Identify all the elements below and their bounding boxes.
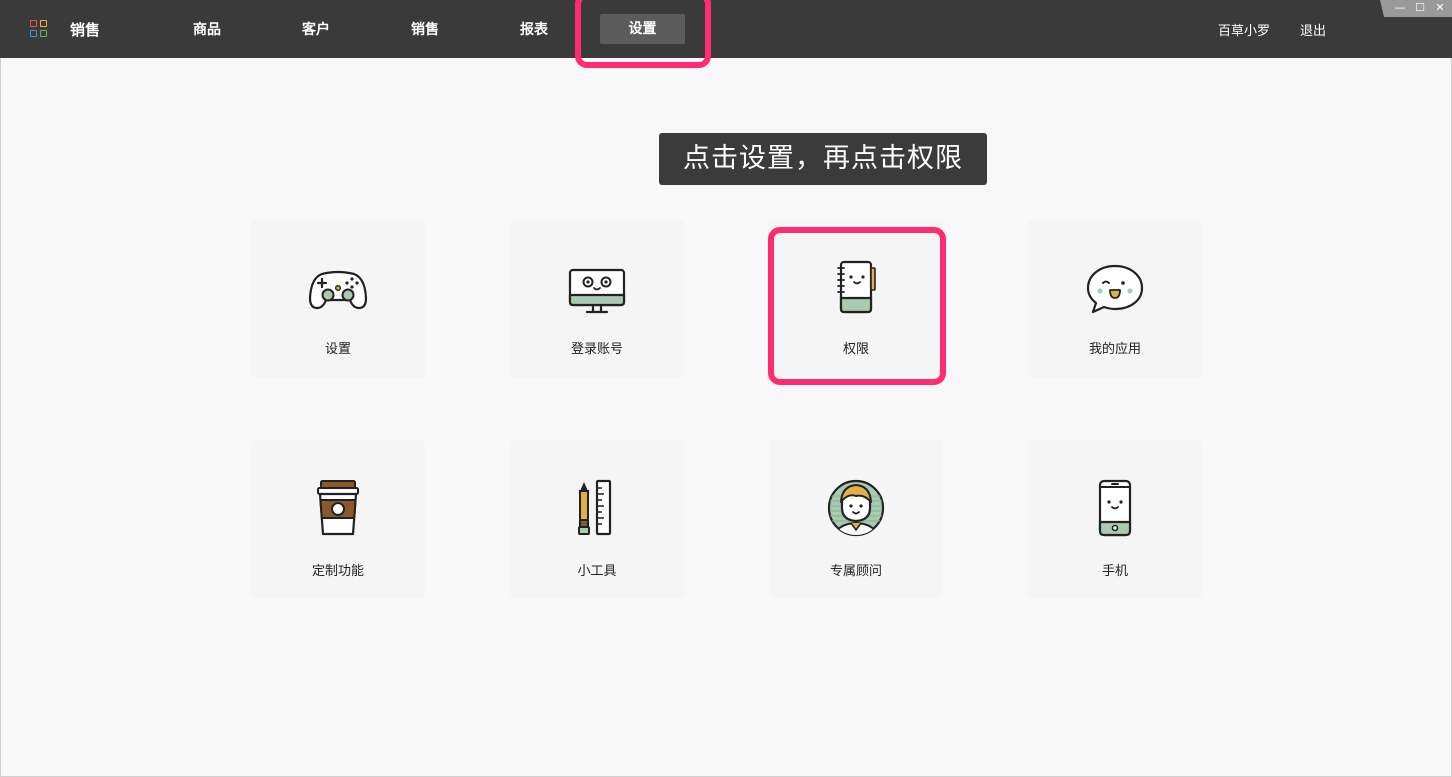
advisor-avatar-icon <box>827 479 885 537</box>
coffee-cup-icon <box>317 480 359 536</box>
nav-tab-sales[interactable]: 销售 <box>411 19 439 39</box>
card-settings[interactable]: 设置 <box>251 220 425 378</box>
card-label: 设置 <box>324 342 351 357</box>
chat-bubble-icon <box>1086 264 1144 314</box>
nav-tab-customers[interactable]: 客户 <box>302 19 330 39</box>
gamepad-icon <box>308 270 368 310</box>
card-dedicated-advisor[interactable]: 专属顾问 <box>769 440 943 598</box>
pencil-ruler-icon <box>578 479 612 536</box>
card-small-tools[interactable]: 小工具 <box>510 440 684 598</box>
card-login-account[interactable]: 登录账号 <box>510 220 684 378</box>
card-custom-features[interactable]: 定制功能 <box>251 440 425 598</box>
card-label: 权限 <box>842 342 869 357</box>
nav-tab-settings[interactable]: 设置 <box>600 14 685 44</box>
window-border-left <box>0 58 1 777</box>
card-label: 登录账号 <box>570 342 623 357</box>
logout-link[interactable]: 退出 <box>1300 20 1326 39</box>
maximize-button[interactable]: ☐ <box>1410 0 1430 17</box>
user-name[interactable]: 百草小罗 <box>1218 20 1270 39</box>
app-grid-icon[interactable] <box>30 20 48 38</box>
notebook-icon <box>837 260 876 314</box>
window-controls: — ☐ ✕ <box>1380 0 1452 17</box>
nav-tab-products[interactable]: 商品 <box>193 19 221 39</box>
card-label: 小工具 <box>577 564 617 579</box>
close-button[interactable]: ✕ <box>1430 0 1450 17</box>
card-permissions[interactable]: 权限 <box>769 220 943 378</box>
card-label: 定制功能 <box>311 564 364 579</box>
card-my-apps[interactable]: 我的应用 <box>1028 220 1202 378</box>
nav-tab-reports[interactable]: 报表 <box>520 19 548 39</box>
instruction-tooltip: 点击设置，再点击权限 <box>659 133 987 185</box>
card-label: 手机 <box>1101 564 1128 579</box>
card-mobile[interactable]: 手机 <box>1028 440 1202 598</box>
monitor-icon <box>568 268 626 314</box>
card-label: 专属顾问 <box>829 564 882 579</box>
brand-title: 销售 <box>70 21 101 39</box>
mobile-phone-icon <box>1098 479 1132 537</box>
top-navigation-bar: 销售 商品 客户 销售 报表 设置 百草小罗 退出 — ☐ ✕ <box>0 0 1452 58</box>
minimize-button[interactable]: — <box>1390 0 1410 17</box>
card-label: 我的应用 <box>1088 342 1141 357</box>
